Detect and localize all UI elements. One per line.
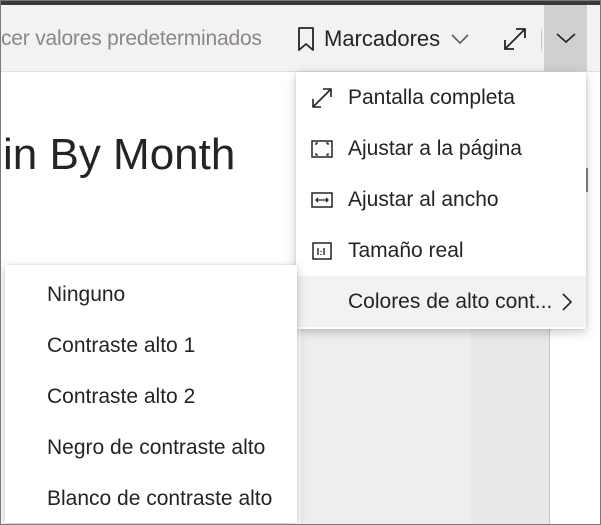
chevron-right-icon bbox=[562, 293, 573, 311]
actual-size-icon bbox=[312, 242, 332, 260]
menu-item-label: Colores de alto cont... bbox=[348, 290, 553, 313]
menu-item-label: Pantalla completa bbox=[348, 86, 515, 109]
contrast-option-label: Negro de contraste alto bbox=[47, 436, 266, 459]
high-contrast-submenu: Ninguno Contraste alto 1 Contraste alto … bbox=[5, 265, 297, 523]
menu-item-label: Ajustar al ancho bbox=[348, 188, 499, 211]
bookmarks-button[interactable]: Marcadores bbox=[296, 23, 478, 55]
app-window: cer valores predeterminados Marcadores i… bbox=[0, 0, 601, 525]
menu-item-high-contrast[interactable]: Colores de alto cont... bbox=[296, 276, 586, 327]
menu-item-label: Ajustar a la página bbox=[348, 137, 522, 160]
contrast-option-black[interactable]: Negro de contraste alto bbox=[5, 421, 297, 472]
menu-item-label: Tamaño real bbox=[348, 239, 464, 262]
visual-placeholder bbox=[301, 322, 471, 524]
toolbar: cer valores predeterminados Marcadores bbox=[1, 5, 600, 72]
page-title: in By Month bbox=[3, 130, 236, 179]
menu-item-fullscreen[interactable]: Pantalla completa bbox=[296, 72, 586, 123]
view-options-button[interactable] bbox=[544, 5, 587, 71]
fit-width-icon bbox=[311, 192, 333, 208]
contrast-option-none[interactable]: Ninguno bbox=[5, 268, 297, 319]
contrast-option-label: Contraste alto 1 bbox=[47, 334, 196, 357]
contrast-option-high-1[interactable]: Contraste alto 1 bbox=[5, 319, 297, 370]
bookmark-icon bbox=[298, 27, 314, 51]
chevron-down-icon bbox=[451, 34, 469, 45]
bookmarks-label: Marcadores bbox=[324, 26, 441, 51]
contrast-option-label: Ninguno bbox=[47, 283, 126, 306]
reset-defaults-button[interactable]: cer valores predeterminados bbox=[1, 27, 262, 51]
fit-page-icon bbox=[311, 140, 333, 158]
menu-item-fit-width[interactable]: Ajustar al ancho bbox=[296, 174, 586, 225]
chevron-down-icon bbox=[555, 33, 576, 44]
toolbar-separator bbox=[541, 29, 542, 51]
menu-item-fit-page[interactable]: Ajustar a la página bbox=[296, 123, 586, 174]
menu-item-actual-size[interactable]: Tamaño real bbox=[296, 225, 586, 276]
fullscreen-icon bbox=[312, 88, 332, 108]
view-menu: Pantalla completa Ajustar a la página Aj… bbox=[296, 72, 586, 329]
contrast-option-label: Blanco de contraste alto bbox=[47, 487, 273, 510]
contrast-option-white[interactable]: Blanco de contraste alto bbox=[5, 472, 297, 523]
expand-button[interactable] bbox=[501, 25, 529, 53]
contrast-option-label: Contraste alto 2 bbox=[47, 385, 196, 408]
contrast-option-high-2[interactable]: Contraste alto 2 bbox=[5, 370, 297, 421]
expand-icon bbox=[504, 28, 526, 50]
